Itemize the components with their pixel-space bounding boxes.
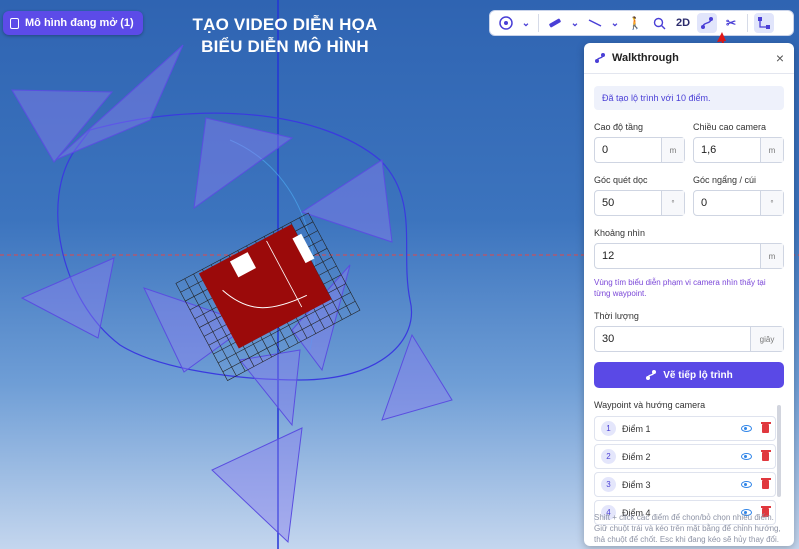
waypoint-name: Điểm 1 bbox=[622, 423, 651, 434]
continue-route-label: Vẽ tiếp lộ trình bbox=[663, 369, 733, 381]
mode-2d-button[interactable]: 2D bbox=[673, 13, 693, 33]
waypoints-title: Waypoint và hướng camera bbox=[594, 400, 706, 410]
trash-icon[interactable] bbox=[760, 450, 771, 461]
eye-icon[interactable] bbox=[741, 425, 752, 432]
view-distance-unit: m bbox=[760, 244, 783, 268]
duration-unit: giây bbox=[750, 327, 783, 351]
continue-route-button[interactable]: Vẽ tiếp lộ trình bbox=[594, 362, 784, 388]
trash-icon[interactable] bbox=[760, 422, 771, 433]
tilt-angle-field[interactable]: 0 ° bbox=[693, 190, 784, 216]
document-icon bbox=[10, 17, 19, 29]
sweep-angle-field[interactable]: 50 ° bbox=[594, 190, 685, 216]
close-icon[interactable]: × bbox=[776, 50, 784, 66]
panel-header: Walkthrough × bbox=[584, 43, 794, 74]
hierarchy-icon[interactable] bbox=[754, 13, 774, 33]
duration-label: Thời lượng bbox=[594, 311, 639, 321]
panel-title: Walkthrough bbox=[612, 52, 679, 64]
walkthrough-panel: Walkthrough × Đã tạo lộ trình với 10 điể… bbox=[584, 43, 794, 546]
walkthrough-route-icon bbox=[595, 53, 605, 63]
duration-field[interactable]: 30 giây bbox=[594, 326, 784, 352]
top-toolbar: ⌄ ⌄ ⌄ 🚶 2D ✂ bbox=[489, 10, 794, 36]
duration-value[interactable]: 30 bbox=[595, 333, 750, 345]
frustum bbox=[300, 159, 393, 243]
overlay-title: TẠO VIDEO DIỄN HỌA BIỂU DIỄN MÔ HÌNH bbox=[175, 14, 395, 58]
walkthrough-route-icon[interactable] bbox=[697, 13, 717, 33]
frustum-hint: Vùng tím biểu diễn phạm vi camera nhìn t… bbox=[594, 278, 766, 298]
camera-height-field[interactable]: 1,6 m bbox=[693, 137, 784, 163]
overlay-title-line2: BIỂU DIỄN MÔ HÌNH bbox=[201, 37, 369, 56]
frustum bbox=[211, 427, 303, 544]
line-tool-icon[interactable] bbox=[585, 13, 605, 33]
footer-help-text: Shift + click các điểm để chọn/bỏ chọn n… bbox=[594, 513, 781, 544]
waypoint-item[interactable]: 2 Điểm 2 bbox=[594, 444, 776, 469]
floor-height-value[interactable]: 0 bbox=[595, 144, 661, 156]
waypoint-item[interactable]: 3 Điểm 3 bbox=[594, 472, 776, 497]
toolbar-divider bbox=[747, 14, 748, 32]
sweep-angle-value[interactable]: 50 bbox=[595, 197, 661, 209]
sweep-angle-unit: ° bbox=[661, 191, 684, 215]
overlay-title-line1: TẠO VIDEO DIỄN HỌA bbox=[192, 15, 378, 34]
floor-height-field[interactable]: 0 m bbox=[594, 137, 685, 163]
walkthrough-route-icon bbox=[646, 370, 657, 380]
target-icon[interactable] bbox=[496, 13, 516, 33]
status-info: Đã tạo lộ trình với 10 điểm. bbox=[594, 86, 784, 110]
waypoint-number: 1 bbox=[601, 421, 616, 436]
eye-icon[interactable] bbox=[741, 481, 752, 488]
camera-height-label: Chiều cao camera bbox=[693, 122, 767, 132]
frustum bbox=[381, 333, 453, 421]
frustum bbox=[239, 349, 301, 427]
open-models-button[interactable]: Mô hình đang mở (1) bbox=[3, 11, 143, 35]
chevron-down-icon[interactable]: ⌄ bbox=[569, 13, 581, 33]
trash-icon[interactable] bbox=[760, 478, 771, 489]
chevron-down-icon[interactable]: ⌄ bbox=[520, 13, 532, 33]
view-distance-value[interactable]: 12 bbox=[595, 250, 760, 262]
view-distance-field[interactable]: 12 m bbox=[594, 243, 784, 269]
tilt-angle-value[interactable]: 0 bbox=[694, 197, 760, 209]
sweep-angle-label: Góc quét dọc bbox=[594, 175, 648, 185]
waypoint-number: 3 bbox=[601, 477, 616, 492]
tilt-angle-unit: ° bbox=[760, 191, 783, 215]
tilt-angle-label: Góc ngẩng / cúi bbox=[693, 175, 757, 185]
waypoint-item[interactable]: 1 Điểm 1 bbox=[594, 416, 776, 441]
3d-viewport[interactable]: Mô hình đang mở (1) TẠO VIDEO DIỄN HỌA B… bbox=[0, 0, 799, 549]
floor-height-label: Cao độ tầng bbox=[594, 122, 644, 132]
search-icon[interactable] bbox=[649, 13, 669, 33]
camera-height-value[interactable]: 1,6 bbox=[694, 144, 760, 156]
open-models-label: Mô hình đang mở (1) bbox=[25, 17, 134, 29]
waypoint-number: 2 bbox=[601, 449, 616, 464]
waypoint-name: Điểm 3 bbox=[622, 479, 651, 490]
eye-icon[interactable] bbox=[741, 453, 752, 460]
chevron-down-icon[interactable]: ⌄ bbox=[609, 13, 621, 33]
walk-icon[interactable]: 🚶 bbox=[625, 13, 645, 33]
camera-height-unit: m bbox=[760, 138, 783, 162]
waypoint-scrollbar[interactable] bbox=[777, 405, 781, 497]
toolbar-divider bbox=[538, 14, 539, 32]
floor-height-unit: m bbox=[661, 138, 684, 162]
waypoint-name: Điểm 2 bbox=[622, 451, 651, 462]
ruler-icon[interactable] bbox=[545, 13, 565, 33]
scissors-icon[interactable]: ✂ bbox=[721, 13, 741, 33]
view-distance-label: Khoảng nhìn bbox=[594, 228, 646, 238]
